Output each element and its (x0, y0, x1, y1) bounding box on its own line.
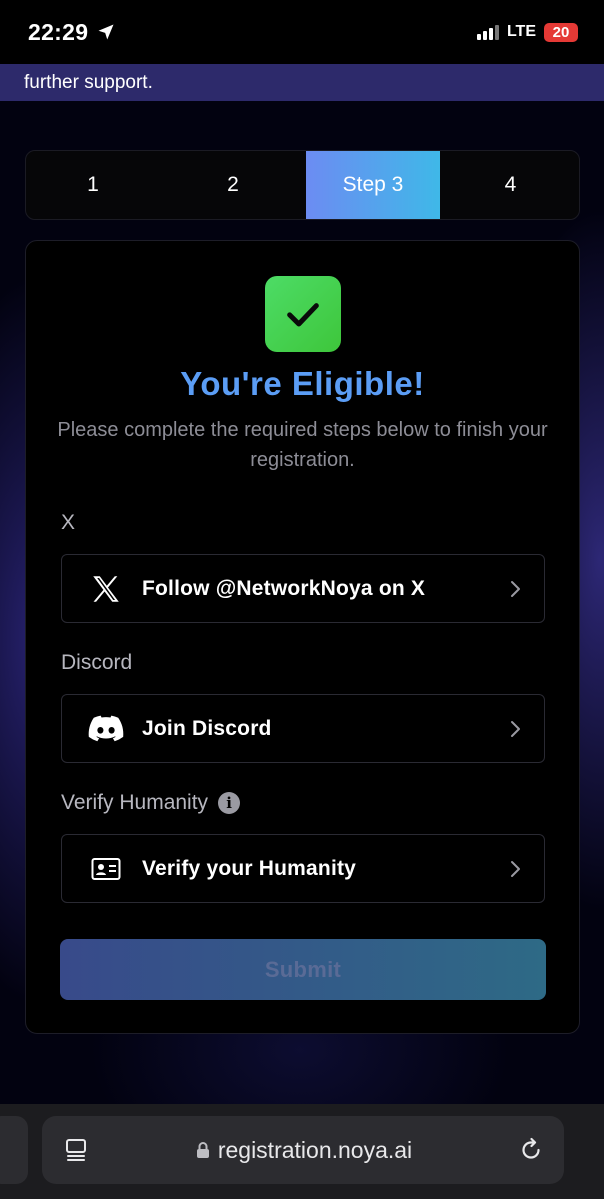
join-discord-button[interactable]: Join Discord (61, 694, 545, 763)
signal-bars-icon (476, 24, 499, 40)
submit-label: Submit (264, 956, 342, 982)
chevron-right-icon (511, 720, 520, 737)
section-label-discord: Discord (61, 651, 132, 675)
step-4[interactable]: 4 (440, 151, 579, 219)
id-card-icon (86, 849, 126, 889)
submit-button[interactable]: Submit (60, 939, 546, 1000)
status-time: 22:29 (28, 18, 89, 45)
reload-icon[interactable] (518, 1137, 544, 1163)
section-label-x: X (61, 511, 75, 535)
address-bar[interactable]: registration.noya.ai (42, 1116, 564, 1184)
previous-tab-preview[interactable] (0, 1116, 28, 1184)
section-label-humanity-text: Verify Humanity (61, 791, 209, 814)
status-bar: 22:29 LTE 20 (0, 0, 604, 64)
section-label-x-text: X (61, 511, 76, 534)
eligible-badge (265, 276, 341, 352)
verify-humanity-button[interactable]: Verify your Humanity (61, 834, 545, 903)
eligible-subtext: Please complete the required steps below… (57, 419, 548, 471)
browser-bottom-bar: registration.noya.ai (0, 1104, 604, 1199)
location-arrow-icon (98, 24, 114, 40)
step-3-active[interactable]: Step 3 (306, 151, 440, 219)
top-banner: further support. (0, 64, 604, 101)
info-icon[interactable]: i (218, 792, 241, 814)
url-text: registration.noya.ai (217, 1136, 413, 1163)
step-1[interactable]: 1 (26, 151, 160, 219)
verify-humanity-label: Verify your Humanity (142, 856, 357, 880)
x-logo-icon (86, 569, 126, 609)
status-time-group: 22:29 (28, 19, 116, 46)
chevron-right-icon (511, 860, 520, 877)
follow-x-button[interactable]: Follow @NetworkNoya on X (61, 554, 545, 623)
step-2[interactable]: 2 (160, 151, 306, 219)
network-type: LTE (506, 23, 536, 40)
section-label-humanity: Verify Humanity i (61, 791, 241, 815)
page-menu-icon[interactable] (62, 1136, 90, 1164)
follow-x-label: Follow @NetworkNoya on X (142, 576, 426, 600)
url-display[interactable]: registration.noya.ai (90, 1137, 518, 1164)
discord-icon (86, 709, 126, 749)
eligibility-card: You're Eligible! Please complete the req… (25, 240, 580, 1034)
section-label-discord-text: Discord (61, 651, 133, 674)
screen: 22:29 LTE 20 further support. 1 2 Step 3… (0, 0, 604, 1199)
step-indicator: 1 2 Step 3 4 (25, 150, 580, 220)
checkmark-icon (287, 303, 319, 327)
status-indicators: LTE 20 (476, 22, 578, 42)
eligible-headline: You're Eligible! (180, 365, 425, 402)
banner-text: further support. (24, 71, 153, 93)
lock-icon (196, 1142, 209, 1158)
chevron-right-icon (511, 580, 520, 597)
battery-indicator: 20 (544, 22, 578, 42)
join-discord-label: Join Discord (142, 716, 272, 740)
